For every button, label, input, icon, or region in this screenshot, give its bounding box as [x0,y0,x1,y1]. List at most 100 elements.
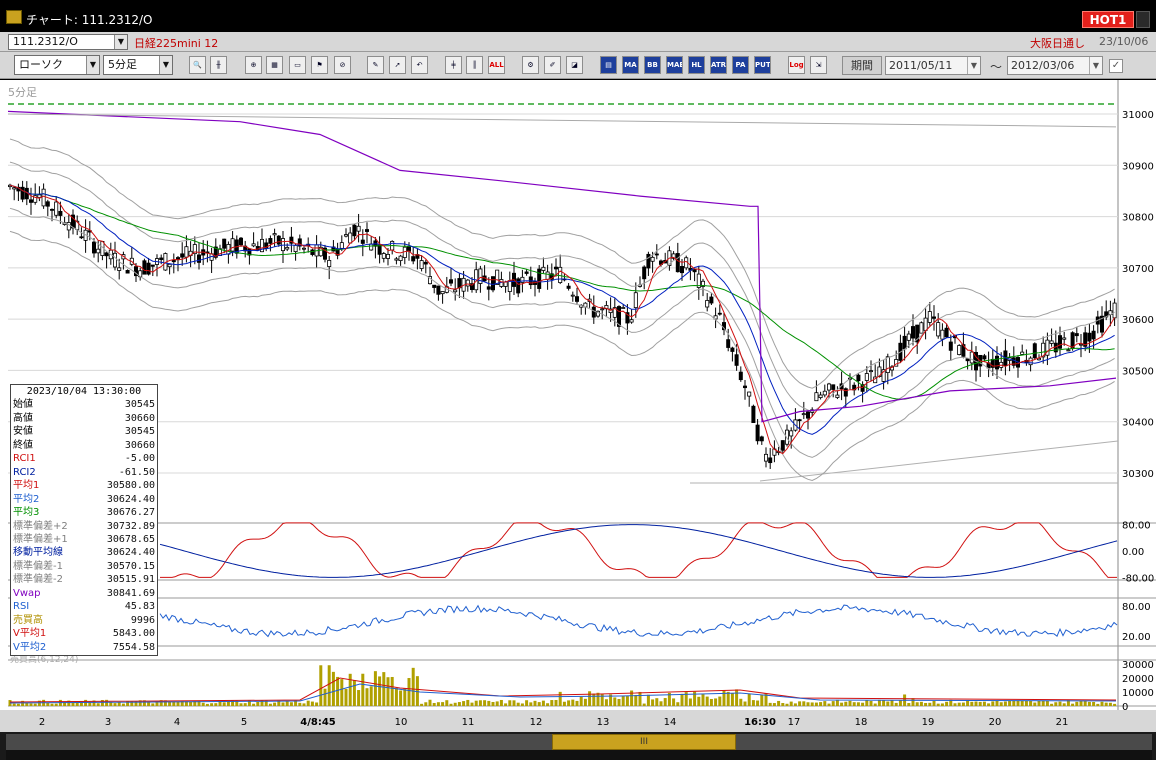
cursor-icon[interactable]: ╫ [210,56,227,74]
candle-body [906,333,911,341]
volume-bar [592,693,596,706]
export-icon[interactable]: ⇲ [810,56,827,74]
interval-select[interactable]: 5分足 ▼ [103,55,173,75]
price-panel [8,80,1118,523]
scroll-icon[interactable]: ⊕ [245,56,262,74]
candle-body [545,271,550,280]
candle-body [806,411,811,419]
bb-button[interactable]: BB [644,56,661,74]
data-row-value: 5843.00 [112,628,155,640]
palette-icon[interactable]: ◪ [566,56,583,74]
atr-button[interactable]: ATR [710,56,727,74]
volume-bar [105,699,109,706]
ma-button[interactable]: MA [622,56,639,74]
all-button[interactable]: ALL [488,56,505,74]
bar-icon[interactable]: ╪ [445,56,462,74]
price-chart[interactable]: 31000 30900 30800 30700 30600 30500 30400 30300… [0,80,1156,732]
volume-bar [987,703,991,706]
volume-bar [478,700,482,706]
chart-icon[interactable]: ▦ [266,56,283,74]
scroll-thumb[interactable]: III [552,734,736,750]
rci-tick-label: -80.00 [1122,573,1154,584]
zoom-icon[interactable]: 🔍 [189,56,206,74]
data-row-value: 30732.89 [106,520,155,532]
mae-button[interactable]: MAE [666,56,683,74]
volume-bar [852,702,856,706]
candle-body [1049,340,1054,344]
x-axis-label: 20 [989,717,1002,728]
candle-body [932,316,937,319]
calendar-icon[interactable]: ▼ [967,57,980,74]
candle-body [818,394,823,398]
volume-bar [491,702,495,706]
candle-body [541,266,546,271]
volume-bar [147,702,151,706]
volume-bar [390,676,394,706]
candle-body [650,256,655,262]
volume-bar [743,701,747,706]
chevron-down-icon[interactable]: ▼ [114,35,127,49]
candle-body [171,260,176,263]
candle-body [869,370,874,373]
candle-body [369,243,374,251]
chart-type-select[interactable]: ローソク ▼ [14,55,100,75]
volume-bar [1113,703,1117,706]
volume-bar [1037,700,1041,706]
pointer-icon[interactable]: ➚ [389,56,406,74]
candle-body [1079,343,1084,346]
volume-bar [441,702,445,706]
candle-body [394,258,399,261]
date-from-field[interactable]: 2011/05/11 ▼ [885,56,981,75]
candle-body [268,238,273,244]
window-control[interactable] [1136,11,1150,28]
volume-bar [529,702,533,706]
chevron-down-icon[interactable]: ▼ [159,56,172,74]
period-button[interactable]: 期間 [842,56,882,75]
candle-body [159,257,164,260]
data-row-value: 30545 [124,399,155,411]
indicator-icon[interactable]: ▤ [600,56,617,74]
volume-bar [575,700,579,706]
log-button[interactable]: Log [788,56,805,74]
flag-icon[interactable]: ⚑ [311,56,328,74]
volume-bar [579,696,583,706]
volume-bar [1104,702,1108,706]
data-row: 平均3 30676.27 [13,506,155,519]
volume-bar [819,702,823,706]
hl-button[interactable]: HL [688,56,705,74]
horizontal-scrollbar[interactable]: III [0,732,1156,760]
candle-body [96,248,101,254]
candle-body [272,233,277,236]
volume-bar [495,701,499,706]
candle-body [419,260,424,269]
candle-body [768,457,773,464]
volume-bar [352,680,356,706]
undo-icon[interactable]: ↶ [411,56,428,74]
candle-body [432,284,437,288]
data-row-label: 高値 [13,412,33,424]
chart-window-icon[interactable]: ▭ [289,56,306,74]
put-button[interactable]: PUT [754,56,771,74]
chevron-down-icon[interactable]: ▼ [86,56,99,74]
brush-icon[interactable]: ✐ [544,56,561,74]
chart-area[interactable]: 31000 30900 30800 30700 30600 30500 30400 30300… [0,80,1156,732]
para-button[interactable]: PA RA [732,56,749,74]
candle-body [965,358,970,362]
candle-body [801,413,806,416]
settings-icon[interactable]: ⚙ [522,56,539,74]
candle-body [285,247,290,250]
clear-icon[interactable]: ⊘ [334,56,351,74]
pencil-icon[interactable]: ✎ [367,56,384,74]
apply-checkbox[interactable]: ✓ [1109,59,1123,73]
date-to-field[interactable]: 2012/03/06 ▼ [1007,56,1103,75]
price-tick-label: 30700 [1122,264,1154,275]
symbol-select[interactable]: 111.2312/O ▼ [8,34,128,50]
volume-bar [243,703,247,706]
hot-badge[interactable]: HOT1 [1082,11,1134,28]
volume-bar [113,703,117,706]
calendar-icon[interactable]: ▼ [1089,57,1102,74]
volume-bar [823,701,827,706]
candle-body [764,453,769,462]
bars-icon[interactable]: ║ [466,56,483,74]
window-title: チャート: 111.2312/O [26,13,153,27]
